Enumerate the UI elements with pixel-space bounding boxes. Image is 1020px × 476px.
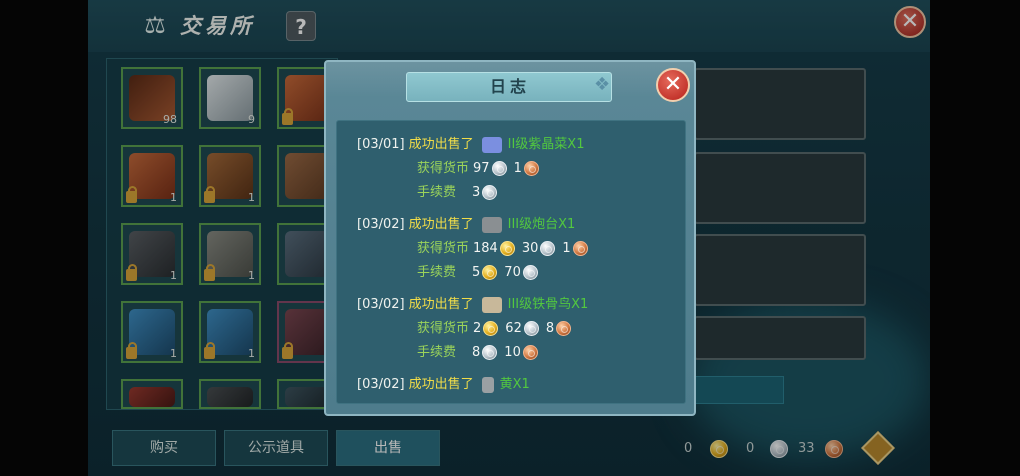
log-list: [03/01] 成功出售了 II级紫晶菜X1 获得货币 97 1 手续费 3 [03/02… bbox=[336, 120, 686, 404]
entry-item: 黄X1 bbox=[499, 377, 530, 392]
close-dialog-button[interactable]: ✕ bbox=[656, 68, 690, 102]
fee-silver: 3 bbox=[472, 185, 481, 200]
earned-silver: 62 bbox=[505, 321, 522, 336]
item-bird-icon bbox=[481, 296, 502, 313]
fee-label: 手续费 bbox=[417, 345, 457, 360]
fee-label: 手续费 bbox=[417, 185, 457, 200]
gold-coin-icon bbox=[499, 241, 515, 256]
entry-action: 成功出售了 bbox=[408, 377, 474, 392]
earned-copper: 8 bbox=[545, 321, 555, 336]
fee-label: 手续费 bbox=[417, 265, 457, 280]
silver-coin-icon bbox=[482, 345, 498, 360]
item-crystal-icon bbox=[481, 136, 502, 153]
copper-coin-icon bbox=[522, 345, 538, 360]
copper-coin-icon bbox=[523, 161, 539, 176]
gold-coin-icon bbox=[483, 321, 499, 336]
silver-coin-icon bbox=[540, 241, 556, 256]
entry-date: [03/01] bbox=[357, 137, 405, 152]
ornament-right-icon: ❖ bbox=[594, 74, 611, 95]
dialog-title-bar: 日志 bbox=[406, 72, 612, 102]
earned-silver: 97 bbox=[473, 161, 490, 176]
earned-copper: 1 bbox=[562, 241, 571, 256]
entry-item: III级炮台X1 bbox=[507, 217, 576, 232]
entry-item: III级铁骨鸟X1 bbox=[507, 297, 589, 312]
fee-silver: 8 bbox=[472, 345, 481, 360]
fee-gold: 5 bbox=[472, 265, 481, 280]
earned-label: 获得货币 bbox=[417, 161, 470, 176]
entry-date: [03/02] bbox=[357, 297, 405, 312]
entry-date: [03/02] bbox=[357, 377, 405, 392]
entry-date: [03/02] bbox=[357, 217, 405, 232]
gold-coin-icon bbox=[482, 265, 498, 280]
item-bottle-icon bbox=[481, 376, 494, 393]
silver-coin-icon bbox=[522, 265, 538, 280]
letterbox-right bbox=[930, 0, 1020, 476]
earned-copper: 1 bbox=[513, 161, 522, 176]
log-dialog: ❖ 日志 ❖ ✕ [03/01]成功出售了II级紫晶菜X1 获得货币971 手续… bbox=[324, 60, 696, 416]
item-turret-icon bbox=[481, 216, 502, 233]
copper-coin-icon bbox=[556, 321, 572, 336]
silver-coin-icon bbox=[491, 161, 507, 176]
earned-silver: 30 bbox=[521, 241, 539, 256]
entry-action: 成功出售了 bbox=[408, 217, 474, 232]
fee-copper: 10 bbox=[504, 345, 521, 360]
letterbox-left bbox=[0, 0, 88, 476]
earned-label: 获得货币 bbox=[417, 241, 470, 256]
earned-label: 获得货币 bbox=[417, 321, 470, 336]
silver-coin-icon bbox=[482, 185, 498, 200]
entry-action: 成功出售了 bbox=[408, 137, 474, 152]
fee-silver: 70 bbox=[504, 265, 521, 280]
earned-gold: 2 bbox=[473, 321, 482, 336]
copper-coin-icon bbox=[572, 241, 588, 256]
silver-coin-icon bbox=[523, 321, 539, 336]
dialog-title: 日志 bbox=[489, 77, 530, 96]
earned-gold: 184 bbox=[473, 241, 498, 256]
entry-action: 成功出售了 bbox=[408, 297, 474, 312]
entry-item: II级紫晶菜X1 bbox=[507, 137, 585, 152]
